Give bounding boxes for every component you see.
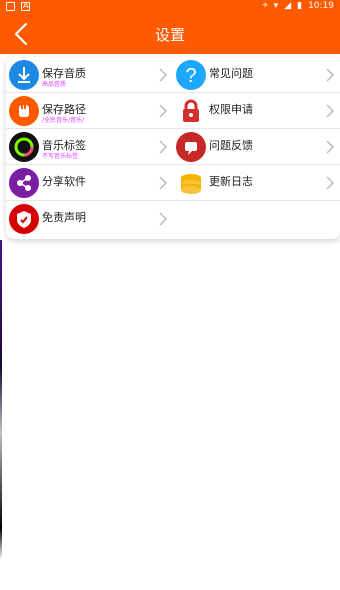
- status-bar: ⌖ ▾ ◢ ▮ 10:19: [0, 0, 340, 14]
- download-icon: [9, 60, 39, 90]
- setting-music-tags[interactable]: 音乐标签 不写音乐标签: [6, 129, 173, 165]
- setting-feedback[interactable]: 问题反馈: [173, 129, 340, 165]
- setting-save-quality[interactable]: 保存音质 高品音质: [6, 57, 173, 93]
- label: 问题反馈: [209, 139, 253, 152]
- setting-faq[interactable]: ? 常见问题: [173, 57, 340, 93]
- setting-permissions[interactable]: 权限申请: [173, 93, 340, 129]
- chevron-right-icon: [159, 104, 168, 118]
- chevron-right-icon: [159, 68, 168, 82]
- settings-card: 保存音质 高品音质 ? 常见问题 保存路径 /全民音乐/音乐/ 权限申请 音乐标…: [6, 57, 340, 239]
- signal-icon: ◢: [284, 1, 292, 11]
- setting-save-path[interactable]: 保存路径 /全民音乐/音乐/: [6, 93, 173, 129]
- status-time: 10:19: [308, 1, 334, 11]
- coins-icon: [176, 168, 206, 198]
- label: 分享软件: [42, 175, 86, 188]
- chevron-right-icon: [326, 104, 335, 118]
- label: 更新日志: [209, 175, 253, 188]
- label: 权限申请: [209, 103, 253, 116]
- chevron-right-icon: [326, 176, 335, 190]
- question-icon: ?: [176, 60, 206, 90]
- sublabel: 高品音质: [42, 81, 67, 88]
- message-icon: [176, 132, 206, 162]
- left-edge-artifact: [0, 240, 2, 560]
- title-bar: 设置: [0, 14, 340, 54]
- label: 常见问题: [209, 67, 253, 80]
- setting-changelog[interactable]: 更新日志: [173, 165, 340, 201]
- sublabel: 不写音乐标签: [42, 153, 79, 160]
- shield-icon: [9, 204, 39, 234]
- status-square-icon: [6, 2, 15, 11]
- location-icon: ⌖: [262, 1, 268, 11]
- status-a-icon: [21, 1, 30, 11]
- battery-icon: ▮: [297, 1, 303, 11]
- svg-text:?: ?: [185, 65, 196, 87]
- wifi-icon: ▾: [273, 1, 279, 11]
- chevron-right-icon: [326, 140, 335, 154]
- ring-icon: [9, 132, 39, 162]
- setting-share[interactable]: 分享软件: [6, 165, 173, 201]
- label: 免责声明: [42, 211, 86, 224]
- share-icon: [9, 168, 39, 198]
- lock-icon: [176, 96, 206, 126]
- chevron-right-icon: [159, 140, 168, 154]
- setting-disclaimer[interactable]: 免责声明: [6, 201, 173, 237]
- chevron-right-icon: [159, 212, 168, 226]
- chevron-right-icon: [326, 68, 335, 82]
- page-title: 设置: [154, 26, 185, 44]
- hand-icon: [9, 96, 39, 126]
- sublabel: /全民音乐/音乐/: [42, 117, 85, 124]
- chevron-right-icon: [159, 176, 168, 190]
